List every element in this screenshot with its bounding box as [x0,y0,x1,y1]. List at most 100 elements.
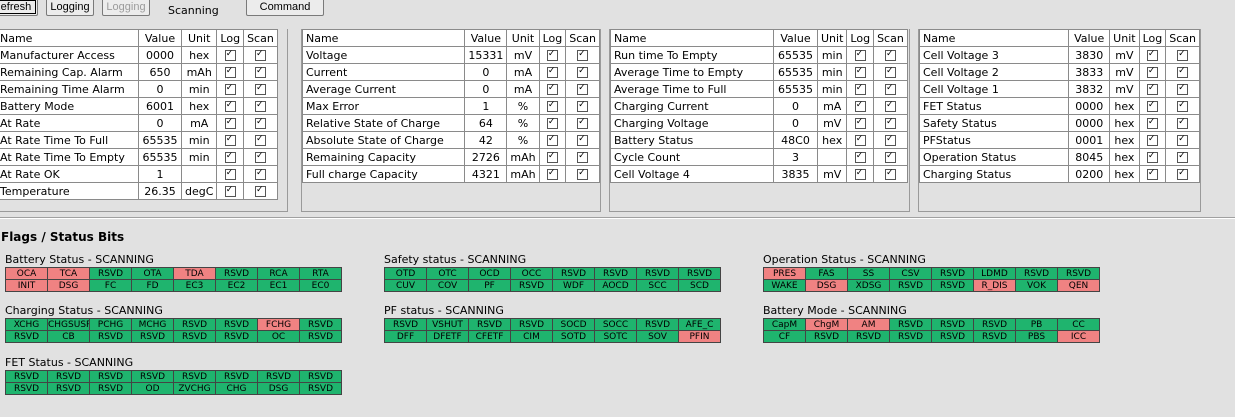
log-checkbox[interactable] [854,48,866,61]
log-checkbox[interactable] [1146,99,1158,112]
table-row[interactable]: FET Status 0000 hex [918,97,1200,115]
column-header-value[interactable]: Value [773,29,818,47]
log-checkbox[interactable] [546,116,558,129]
column-header-name[interactable]: Name [301,29,466,47]
scan-checkbox[interactable] [254,167,266,180]
scan-checkbox[interactable] [884,82,896,95]
log-checkbox[interactable] [224,65,236,78]
table-row[interactable]: Cell Voltage 1 3832 mV [918,80,1200,98]
table-row[interactable]: Temperature 26.35 degC [0,182,278,200]
log-checkbox[interactable] [1146,48,1158,61]
column-header-name[interactable]: Name [0,29,139,47]
scan-checkbox[interactable] [1177,82,1189,95]
scan-checkbox[interactable] [884,65,896,78]
log-checkbox[interactable] [546,133,558,146]
log-checkbox[interactable] [854,167,866,180]
scan-checkbox[interactable] [884,150,896,163]
scan-checkbox[interactable] [577,99,589,112]
table-row[interactable]: Charging Voltage 0 mV [610,114,908,132]
scan-checkbox[interactable] [577,167,589,180]
column-header-value[interactable]: Value [138,29,182,47]
scan-checkbox[interactable] [1177,116,1189,129]
scan-checkbox[interactable] [254,48,266,61]
log-checkbox[interactable] [1146,167,1158,180]
column-header-unit[interactable]: Unit [1109,29,1140,47]
scan-checkbox[interactable] [577,116,589,129]
scan-checkbox[interactable] [254,184,266,197]
column-header-scan[interactable]: Scan [565,29,600,47]
column-header-unit[interactable]: Unit [180,29,218,47]
log-checkbox[interactable] [224,150,236,163]
table-row[interactable]: At Rate Time To Full 65535 min [0,131,278,149]
log-checkbox[interactable] [1146,116,1158,129]
log-checkbox[interactable] [546,167,558,180]
log-checkbox[interactable] [224,48,236,61]
scan-checkbox[interactable] [1177,99,1189,112]
column-header-log[interactable]: Log [538,29,567,47]
scan-checkbox[interactable] [254,150,266,163]
table-row[interactable]: Average Current 0 mA [301,80,600,98]
table-row[interactable]: Current 0 mA [301,63,600,81]
table-row[interactable]: Battery Mode 6001 hex [0,97,278,115]
table-row[interactable]: Max Error 1% [301,97,600,115]
table-row[interactable]: Run time To Empty 65535 min [610,46,908,64]
log-checkbox[interactable] [1146,65,1158,78]
logging-disabled-button[interactable]: Logging [102,0,150,16]
log-checkbox[interactable] [854,150,866,163]
command-button[interactable]: Command [246,0,324,16]
logging-button[interactable]: Logging [46,0,94,16]
column-header-unit[interactable]: Unit [816,29,848,47]
table-row[interactable]: Remaining Time Alarm 0 min [0,80,278,98]
scan-checkbox[interactable] [1177,65,1189,78]
table-row[interactable]: Average Time to Full 65535 min [610,80,908,98]
log-checkbox[interactable] [224,167,236,180]
table-row[interactable]: Cell Voltage 2 3833 mV [918,63,1200,81]
table-row[interactable]: Safety Status 0000 hex [918,114,1200,132]
log-checkbox[interactable] [224,116,236,129]
scan-checkbox[interactable] [254,116,266,129]
table-row[interactable]: PFStatus 0001 hex [918,131,1200,149]
scan-checkbox[interactable] [577,150,589,163]
log-checkbox[interactable] [224,82,236,95]
table-row[interactable]: Full charge Capacity 4321 mAh [301,165,600,183]
column-header-scan[interactable]: Scan [873,29,908,47]
log-checkbox[interactable] [546,99,558,112]
column-header-log[interactable]: Log [216,29,245,47]
column-header-unit[interactable]: Unit [506,29,540,47]
scan-checkbox[interactable] [1177,133,1189,146]
log-checkbox[interactable] [854,99,866,112]
scan-checkbox[interactable] [1177,48,1189,61]
table-row[interactable]: Cycle Count 3 [610,148,908,166]
scan-checkbox[interactable] [884,99,896,112]
scan-checkbox[interactable] [884,133,896,146]
table-row[interactable]: At Rate OK 1 [0,165,278,183]
log-checkbox[interactable] [1146,82,1158,95]
table-row[interactable]: Relative State of Charge 64% [301,114,600,132]
scan-checkbox[interactable] [254,82,266,95]
scan-checkbox[interactable] [577,65,589,78]
table-row[interactable]: Voltage 15331 mV [301,46,600,64]
log-checkbox[interactable] [546,65,558,78]
scan-checkbox[interactable] [1177,167,1189,180]
table-row[interactable]: Charging Current 0 mA [610,97,908,115]
log-checkbox[interactable] [1146,150,1158,163]
log-checkbox[interactable] [854,82,866,95]
scan-checkbox[interactable] [1177,150,1189,163]
log-checkbox[interactable] [546,48,558,61]
log-checkbox[interactable] [224,99,236,112]
log-checkbox[interactable] [546,150,558,163]
column-header-name[interactable]: Name [918,29,1070,47]
log-checkbox[interactable] [224,133,236,146]
scan-checkbox[interactable] [884,48,896,61]
scan-checkbox[interactable] [577,133,589,146]
table-row[interactable]: Absolute State of Charge 42% [301,131,600,149]
column-header-log[interactable]: Log [1138,29,1167,47]
table-row[interactable]: Charging Status 0200 hex [918,165,1200,183]
log-checkbox[interactable] [546,82,558,95]
scan-checkbox[interactable] [577,82,589,95]
log-checkbox[interactable] [854,65,866,78]
scan-checkbox[interactable] [577,48,589,61]
column-header-scan[interactable]: Scan [1165,29,1200,47]
table-row[interactable]: At Rate Time To Empty 65535 min [0,148,278,166]
log-checkbox[interactable] [224,184,236,197]
